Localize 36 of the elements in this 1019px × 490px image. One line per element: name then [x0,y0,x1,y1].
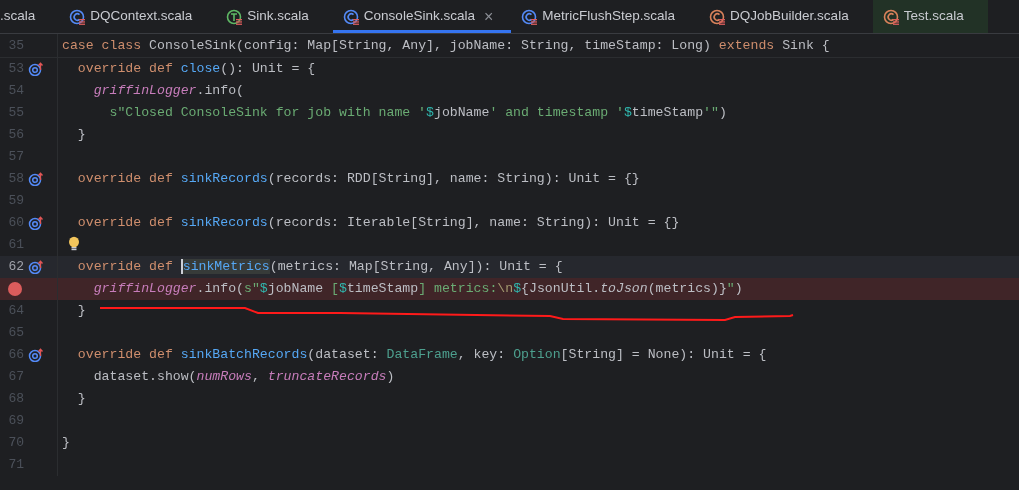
code-line: override def sinkRecords(records: Iterable[String], name: String): Unit = {} [76,214,680,233]
code-line: } [76,390,86,409]
code-line: override def sinkMetrics(metrics: Map[String, Any]): Unit = { [76,258,563,277]
target-arrow-icon[interactable] [28,62,43,76]
class-icon [342,8,359,25]
code-line: override def sinkRecords(records: RDD[String], name: String): Unit = {} [76,170,640,189]
file-tab[interactable]: MetricFlushStep.scala [511,0,700,33]
file-tab[interactable]: ConsoleSink.scala × [332,0,512,33]
object-icon [882,8,899,25]
file-tab[interactable]: Sink.scala [216,0,333,33]
code-line: griffinLogger.info(s"$jobName [$timeStamp] metrics:\n${JsonUtil.toJson(metrics)}") [92,280,743,299]
target-arrow-icon[interactable] [28,260,43,274]
close-icon[interactable]: × [483,4,494,29]
object-icon [709,8,726,25]
breakpoint-dot[interactable] [8,282,22,296]
code-line: case class ConsoleSink(config: Map[String, Any], jobName: String, timeStamp: Long) extends Sink { [61,36,830,55]
class-icon [521,8,538,25]
target-arrow-icon[interactable] [28,216,43,230]
code-line: } [61,434,70,453]
code-line: griffinLogger.info( [92,82,245,101]
target-arrow-icon[interactable] [28,348,43,362]
lightbulb-icon[interactable] [68,235,80,251]
trait-icon [226,8,243,25]
code-line: override def sinkBatchRecords(dataset: DataFrame, key: Option[String] = None): Unit = { [76,346,767,365]
code-line: override def close(): Unit = { [76,60,316,79]
code-line: s"Closed ConsoleSink for job with name '$jobName' and timestamp '$timeStamp'") [108,104,727,123]
code-line: dataset.show(numRows, truncateRecords) [92,368,395,387]
target-arrow-icon[interactable] [28,172,43,186]
class-icon [69,8,86,25]
line-number: 62 [7,258,24,277]
code-line: } [76,126,86,145]
code-line: } [76,302,86,321]
file-tab[interactable]: Test.scala [872,0,988,33]
file-tab[interactable]: .scala [0,0,60,33]
file-tab[interactable]: DQJobBuilder.scala [699,0,873,33]
file-tab[interactable]: DQContext.scala [59,0,217,33]
